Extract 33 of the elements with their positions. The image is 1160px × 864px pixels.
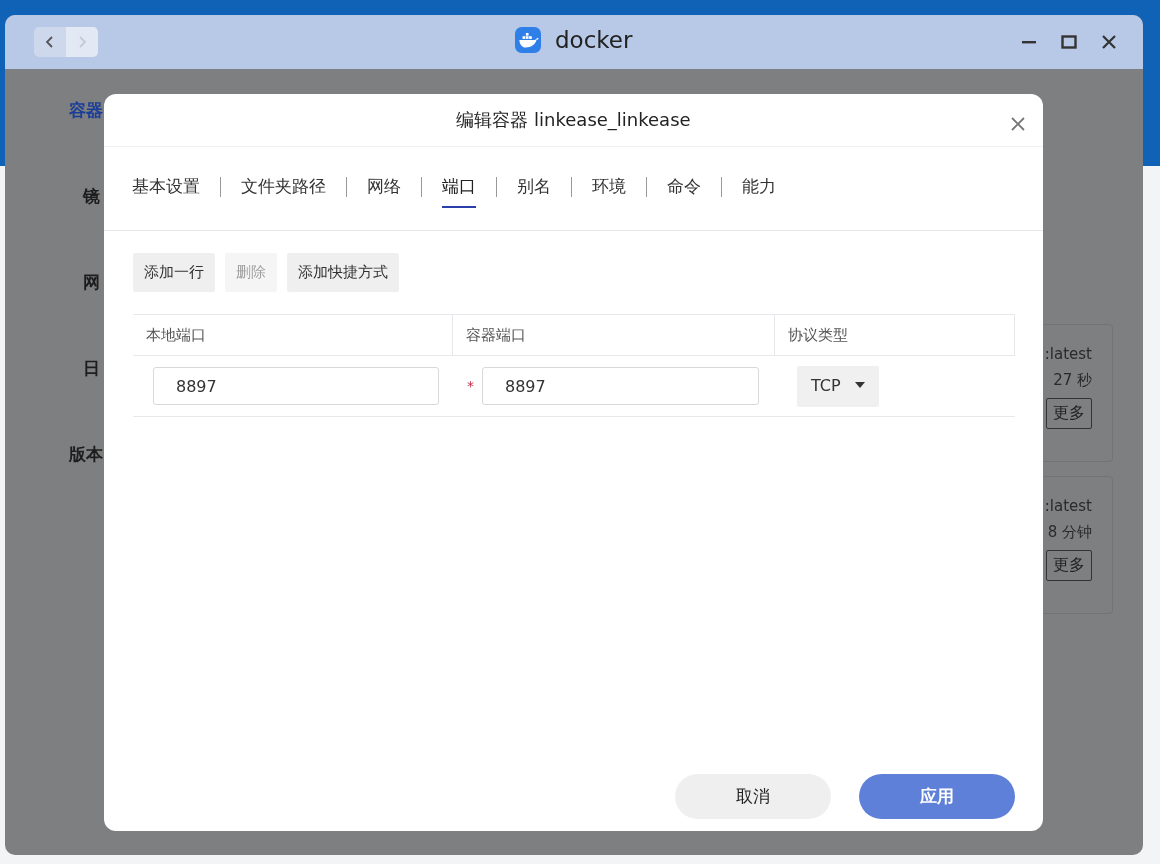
maximize-icon[interactable] (1061, 34, 1077, 50)
tab[interactable]: 别名 (517, 171, 551, 208)
dialog-title: 编辑容器 linkease_linkease (456, 108, 691, 132)
image-tag: :latest (1044, 497, 1092, 515)
window-title: docker (555, 27, 633, 53)
column-header: 协议类型 (788, 325, 848, 345)
more-button[interactable]: 更多 (1046, 550, 1092, 581)
uptime-text: 8 分钟 (1047, 523, 1092, 542)
tab[interactable]: 端口 (442, 171, 476, 208)
column-header: 容器端口 (466, 325, 526, 345)
whale-icon (515, 27, 541, 53)
image-tag: :latest (1044, 345, 1092, 363)
uptime-text: 27 秒 (1053, 371, 1092, 390)
port-input[interactable]: 8897 (482, 367, 759, 405)
more-button[interactable]: 更多 (1046, 398, 1092, 429)
tab[interactable]: 命令 (667, 171, 701, 208)
tab[interactable]: 网络 (367, 171, 401, 208)
tab[interactable]: 文件夹路径 (241, 171, 326, 208)
close-icon[interactable] (1010, 116, 1026, 132)
column-header: 本地端口 (146, 325, 206, 345)
toolbar-button[interactable]: 添加一行 (133, 253, 215, 292)
back-button[interactable] (34, 27, 66, 57)
tab[interactable]: 能力 (742, 171, 776, 208)
protocol-dropdown[interactable]: TCP (797, 365, 879, 407)
close-icon[interactable] (1101, 34, 1117, 50)
caret-icon[interactable] (854, 382, 865, 388)
port-input[interactable]: 8897 (153, 367, 439, 405)
required-mark: * (467, 378, 474, 394)
tab[interactable]: 环境 (592, 171, 626, 208)
apply-button[interactable]: 应用 (859, 774, 1015, 819)
toolbar-button[interactable]: 添加快捷方式 (287, 253, 399, 292)
cancel-button[interactable]: 取消 (675, 774, 831, 819)
tab[interactable]: 基本设置 (132, 171, 200, 208)
